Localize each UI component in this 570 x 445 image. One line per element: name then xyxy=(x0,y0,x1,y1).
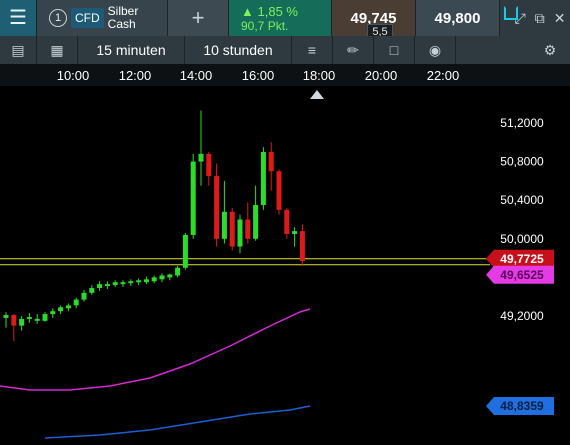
change-percent-value: 1,85 % xyxy=(257,3,298,19)
add-instrument-button[interactable]: + xyxy=(168,0,229,36)
candle-body xyxy=(136,280,142,283)
price-label: 50,8000 xyxy=(500,155,544,169)
candle-body xyxy=(11,315,17,326)
candle-body xyxy=(276,171,282,210)
drawing-tools-icon[interactable]: ✏ xyxy=(333,36,374,64)
candle-body xyxy=(89,288,95,293)
candle-body xyxy=(299,231,305,261)
price-label: 49,2000 xyxy=(500,309,544,323)
candle-body xyxy=(214,176,220,239)
candle-body xyxy=(104,284,110,287)
time-label: 12:00 xyxy=(119,68,152,83)
candle xyxy=(260,147,266,210)
candle-body xyxy=(237,219,243,247)
time-label: 16:00 xyxy=(242,68,275,83)
candle-body xyxy=(26,316,32,319)
candle-body xyxy=(253,205,259,239)
current-price-tag: 49,7725 xyxy=(486,249,554,268)
blue-ma-tag: 48,8359 xyxy=(486,397,554,415)
buy-price-button[interactable]: 49,800 xyxy=(416,0,500,36)
change-points: 90,7 Pkt. xyxy=(241,18,289,33)
candle-body xyxy=(3,315,9,318)
time-label: 18:00 xyxy=(303,68,336,83)
time-label: 10:00 xyxy=(57,68,90,83)
candle-body xyxy=(19,318,25,326)
close-icon[interactable]: ✕ xyxy=(554,10,566,27)
time-label: 22:00 xyxy=(427,68,460,83)
gear-icon[interactable]: ⚙ xyxy=(530,36,570,64)
candle-body xyxy=(182,234,188,268)
candle-body xyxy=(175,267,181,276)
instrument-selector[interactable]: 1 CFD Silber Cash xyxy=(37,0,168,36)
magenta-ma-tag: 49,6525 xyxy=(486,265,554,284)
blue-ma-tag-text: 48,8359 xyxy=(500,399,544,413)
eye-icon[interactable]: ◉ xyxy=(415,36,456,64)
current-price-tag-text: 49,7725 xyxy=(500,252,544,266)
candle-body xyxy=(143,279,149,283)
price-label: 50,4000 xyxy=(500,193,544,207)
menu-button[interactable]: ☰ xyxy=(0,0,37,36)
candle xyxy=(276,169,282,215)
instrument-number: 1 xyxy=(49,9,67,27)
candle-body xyxy=(151,277,157,282)
candle-body xyxy=(206,153,212,177)
cyan-corner-icon xyxy=(504,6,518,20)
chart-background xyxy=(0,64,570,440)
daily-change: ▲ 1,85 % 90,7 Pkt. xyxy=(229,0,332,36)
popout-icon[interactable]: ⧉ xyxy=(535,10,545,27)
interval-selector[interactable]: 15 minuten xyxy=(78,36,185,64)
layout-icon[interactable]: ▦ xyxy=(37,36,78,64)
candle-body xyxy=(97,284,103,289)
candle-body xyxy=(268,151,274,172)
candle xyxy=(190,153,196,239)
candle-body xyxy=(42,314,48,321)
candle-body xyxy=(198,153,204,162)
candle-body xyxy=(34,318,40,321)
candle-body xyxy=(167,274,173,278)
candle-body xyxy=(159,275,165,280)
change-percent: ▲ 1,85 % xyxy=(241,4,331,19)
candle xyxy=(182,233,188,270)
candle-body xyxy=(284,209,290,234)
candle-body xyxy=(81,292,87,300)
candle-body xyxy=(50,311,56,315)
time-label: 20:00 xyxy=(365,68,398,83)
candle-body xyxy=(190,161,196,235)
candle-body xyxy=(65,305,71,309)
candle-body xyxy=(58,307,64,312)
magenta-ma-tag-text: 49,6525 xyxy=(500,268,544,282)
instrument-type-badge: CFD xyxy=(71,8,104,28)
instrument-header: ☰ 1 CFD Silber Cash + ▲ 1,85 % 90,7 Pkt.… xyxy=(0,0,570,36)
indicator-settings-icon[interactable]: ≡ xyxy=(292,36,333,64)
hamburger-icon: ☰ xyxy=(9,7,27,29)
candle-body xyxy=(292,231,298,234)
price-label: 50,0000 xyxy=(500,232,544,246)
candle-body xyxy=(112,282,118,286)
price-label: 51,2000 xyxy=(500,116,544,130)
up-triangle-icon: ▲ xyxy=(241,3,254,19)
price-chart[interactable]: 10:00 12:00 14:00 16:00 18:00 20:00 22:00 51,2… xyxy=(0,64,570,440)
candle-body xyxy=(245,219,251,239)
comment-icon[interactable]: □ xyxy=(374,36,415,64)
candle xyxy=(229,207,235,251)
candle-body xyxy=(128,281,134,284)
candle-body xyxy=(229,211,235,247)
time-label: 14:00 xyxy=(180,68,213,83)
instrument-name-line2: Cash xyxy=(107,17,136,31)
candle-body xyxy=(221,211,227,239)
chart-type-icon[interactable]: ▤ xyxy=(0,36,37,64)
candle-body xyxy=(120,282,126,285)
window-controls: ⤢ ⧉ ✕ xyxy=(500,0,570,36)
instrument-name: Silber Cash xyxy=(108,5,139,31)
chart-toolbar: ▤ ▦ 15 minuten 10 stunden ≡ ✏ □ ◉ ⚙ xyxy=(0,36,570,65)
range-selector[interactable]: 10 stunden xyxy=(185,36,292,64)
chart-svg: 10:00 12:00 14:00 16:00 18:00 20:00 22:00 51,2… xyxy=(0,64,570,440)
candle-body xyxy=(73,299,79,306)
candle-body xyxy=(260,151,266,206)
